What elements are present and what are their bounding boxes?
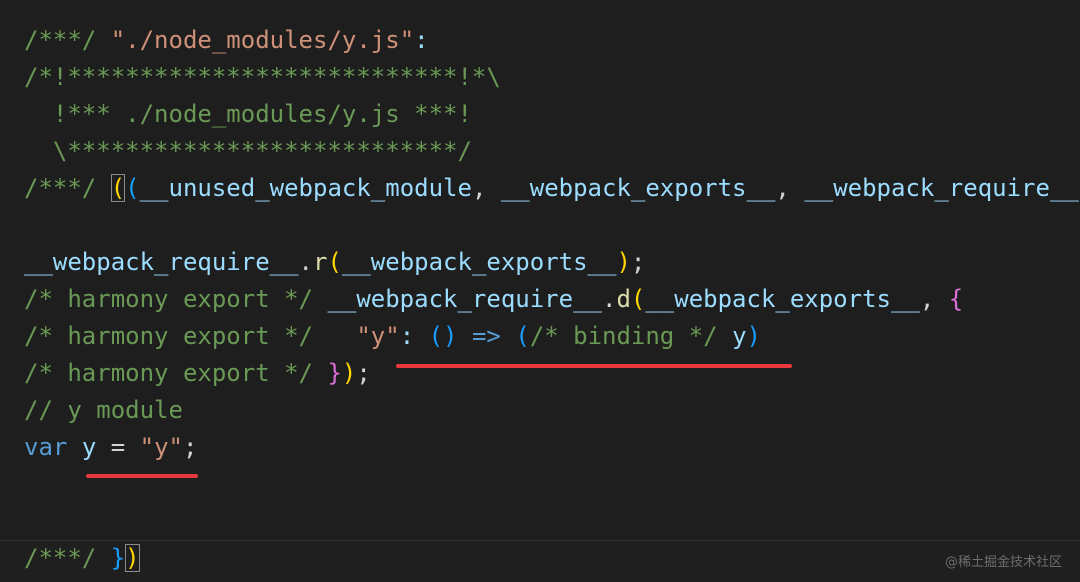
code-token: y: [81, 433, 97, 461]
code-token: ,: [775, 174, 805, 202]
code-token: __webpack_require__: [327, 285, 602, 313]
code-token: // y module: [24, 396, 183, 424]
code-token: "y": [356, 322, 400, 350]
code-token: ): [616, 248, 631, 276]
annotation-underline-var-y: [86, 474, 198, 478]
code-token: }: [327, 359, 342, 387]
code-token: \***************************/: [24, 137, 472, 165]
code-token: ;: [182, 433, 198, 461]
annotation-underline-binding: [396, 364, 792, 368]
code-editor[interactable]: /***/ "./node_modules/y.js": /*!*********…: [0, 0, 1080, 582]
code-token: /*!***************************!*\: [24, 63, 501, 91]
watermark: @稀土掘金技术社区: [944, 555, 1062, 570]
code-line[interactable]: /***/ }): [24, 540, 140, 577]
code-line[interactable]: /* harmony export */ "y": () => (/* bind…: [24, 318, 761, 355]
code-line[interactable]: /*!***************************!*\: [24, 59, 501, 96]
code-line[interactable]: /* harmony export */ __webpack_require__…: [24, 281, 963, 318]
code-token: }: [110, 544, 126, 572]
code-token: (: [327, 248, 342, 276]
code-token: r: [313, 248, 328, 276]
code-token: /* harmony export */: [24, 359, 328, 387]
code-token: /* harmony export */: [24, 285, 328, 313]
code-line[interactable]: __webpack_require__.r(__webpack_exports_…: [24, 244, 645, 281]
code-token: "y": [139, 433, 183, 461]
code-token: __webpack_exports__: [500, 174, 776, 202]
code-token: !*** ./node_modules/y.js ***!: [24, 100, 472, 128]
code-line[interactable]: // y module: [24, 392, 183, 429]
code-token: =>: [457, 322, 516, 350]
code-token: (: [110, 174, 126, 202]
code-line[interactable]: !*** ./node_modules/y.js ***!: [24, 96, 472, 133]
code-token: "./node_modules/y.js": [110, 26, 415, 54]
code-token: __webpack_exports__: [645, 285, 920, 313]
code-line[interactable]: /* harmony export */ });: [24, 355, 371, 392]
code-token: /***/: [24, 26, 111, 54]
code-token: /***/: [24, 174, 111, 202]
code-token: y: [732, 322, 747, 350]
code-line[interactable]: /***/ ((__unused_webpack_module, __webpa…: [24, 170, 1079, 207]
code-token: :: [399, 322, 429, 350]
code-token: __unused_webpack_module: [139, 174, 472, 202]
code-token: .: [298, 248, 313, 276]
code-token: __webpack_require__: [804, 174, 1079, 202]
code-token: {: [948, 285, 964, 313]
code-token: ): [125, 544, 140, 572]
code-token: ,: [471, 174, 501, 202]
code-line[interactable]: /***/ "./node_modules/y.js":: [24, 22, 429, 59]
code-token: ;: [630, 248, 646, 276]
code-token: __webpack_require__: [24, 248, 299, 276]
code-token: (: [125, 174, 140, 202]
code-token: ;: [356, 359, 371, 387]
code-token: /* binding */: [529, 322, 718, 350]
code-token: var: [24, 433, 68, 461]
code-token: d: [616, 285, 631, 313]
code-token: (: [515, 322, 530, 350]
code-token: (: [630, 285, 646, 313]
code-token: .: [601, 285, 617, 313]
code-line[interactable]: \***************************/: [24, 133, 472, 170]
current-line-highlight: [0, 540, 1080, 582]
code-line[interactable]: var y = "y";: [24, 429, 197, 466]
code-token: =: [96, 433, 140, 461]
code-token: (): [428, 322, 458, 350]
code-token: ,: [919, 285, 949, 313]
code-token: :: [414, 26, 429, 54]
code-token: __webpack_exports__: [341, 248, 617, 276]
code-token: /***/: [24, 544, 111, 572]
code-token: ): [341, 359, 357, 387]
code-token: ): [746, 322, 761, 350]
code-token: /* harmony export */: [24, 322, 357, 350]
